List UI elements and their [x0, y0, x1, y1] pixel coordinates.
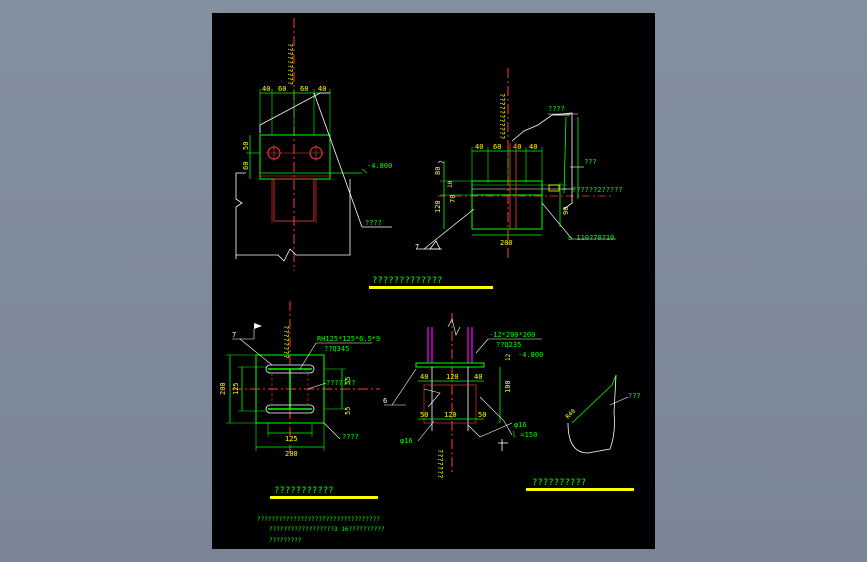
detail3-dim-55b: 55 — [344, 407, 352, 415]
detail2-dim-40b: 40 — [513, 143, 521, 151]
detail4-dim-100: 100 — [504, 380, 512, 393]
detail2-dim-60: 60 — [493, 143, 501, 151]
detail5-radius: R40 — [564, 408, 577, 421]
detail4-dim-50a: 50 — [420, 411, 428, 419]
detail2-callout-bolt: ??????2????? — [572, 186, 623, 194]
detail-1-column-base-elevation: ?????????? 40 60 60 40 50 60 -4.800 ???? — [235, 18, 392, 271]
detail4-dim-120b: 120 — [444, 411, 457, 419]
detail4-dim-120a: 120 — [446, 373, 459, 381]
detail2-dim-70: 70 — [449, 195, 457, 203]
detail4-dim-40a: 40 — [420, 373, 428, 381]
detail1-dim-40a: 40 — [262, 85, 270, 93]
detail3-section: RH125*125*6.5*9 — [317, 335, 380, 343]
detail1-dim-60a: 60 — [278, 85, 286, 93]
detail2-dim-40c: 40 — [529, 143, 537, 151]
title-3: ?????????? — [526, 478, 634, 491]
detail1-dim-60b: 60 — [300, 85, 308, 93]
detail3-dim-200-left: 200 — [219, 382, 227, 395]
detail1-dim-40b: 40 — [318, 85, 326, 93]
detail2-dim-120: 120 — [434, 200, 442, 213]
detail2-width: 200 — [500, 239, 513, 247]
detail5-callout: ??? — [628, 392, 641, 400]
detail4-len: l =150 — [512, 431, 537, 439]
detail2-vertical-note: ??????????? — [498, 93, 506, 139]
detail3-weld: 7 — [232, 331, 236, 339]
detail1-level: -4.800 — [367, 162, 392, 170]
detail4-weld: 6 — [383, 397, 387, 405]
detail3-callout: ???? — [342, 433, 359, 441]
title-1-text: ????????????? — [372, 276, 442, 286]
detail-4-anchor-section: ??????? 40 120 40 50 120 50 100 12 -12*2… — [383, 313, 543, 479]
detail2-callout-top: ???? — [548, 105, 565, 113]
detail3-vertical-note: ???????? — [282, 325, 290, 359]
detail4-vertical-note: ??????? — [436, 449, 444, 479]
title-3-text: ?????????? — [532, 478, 586, 488]
detail2-dim-80: 80 — [434, 167, 442, 175]
note-line-2: ??????????????????3 16?????????? — [269, 526, 385, 533]
detail4-dim-50b: 50 — [478, 411, 486, 419]
detail4-bolt-bottom: φ16 — [400, 437, 413, 445]
detail1-dim-60: 60 — [242, 162, 250, 170]
detail4-plate: -12*200*200 — [489, 331, 535, 339]
detail4-level: -4.800 — [518, 351, 543, 359]
detail1-dim-50: 50 — [242, 142, 250, 150]
detail-2-angle-support: ??????????? 40 60 40 40 80 10 70 120 200… — [415, 68, 623, 258]
detail3-dim-125-bottom: 125 — [285, 435, 298, 443]
notes: ?????????????????????????????????? ?????… — [257, 516, 385, 544]
detail1-callout: ???? — [365, 219, 382, 227]
title-1: ????????????? — [369, 276, 493, 289]
drawing-canvas: ?????????? 40 60 60 40 50 60 -4.800 ????… — [219, 18, 641, 544]
note-line-1: ?????????????????????????????????? — [257, 516, 380, 523]
detail3-dim-200-bottom: 200 — [285, 450, 298, 458]
detail2-dim-40a: 40 — [475, 143, 483, 151]
detail2-dim-10: 10 — [447, 180, 454, 188]
detail1-vertical-note: ?????????? — [286, 43, 294, 85]
detail4-bolt-top: φ16 — [514, 421, 527, 429]
detail4-dim-12: 12 — [505, 353, 512, 361]
detail3-dim-125-left: 125 — [232, 382, 240, 395]
detail-5-hook-detail: R40 ??? — [564, 374, 641, 454]
detail2-callout-angle: L 110?70?10 — [568, 234, 614, 242]
detail3-note-right: ??????? — [326, 379, 356, 387]
detail2-weld: 7 — [415, 243, 419, 251]
cad-viewport[interactable]: ?????????? 40 60 60 40 50 60 -4.800 ????… — [0, 0, 867, 562]
drawing-sheet[interactable]: ?????????? 40 60 60 40 50 60 -4.800 ????… — [212, 13, 655, 549]
detail4-material: ??Q235 — [496, 341, 521, 349]
note-line-3: ????????? — [269, 537, 302, 544]
detail-3-column-plan: ???????? 200 125 55 55 125 200 RH125*125… — [219, 301, 380, 458]
title-2: ??????????? — [270, 486, 378, 499]
detail2-callout-side: ??? — [584, 158, 597, 166]
detail3-material: ??Q345 — [324, 345, 349, 353]
detail4-dim-40b: 40 — [474, 373, 482, 381]
title-2-text: ??????????? — [274, 486, 334, 496]
